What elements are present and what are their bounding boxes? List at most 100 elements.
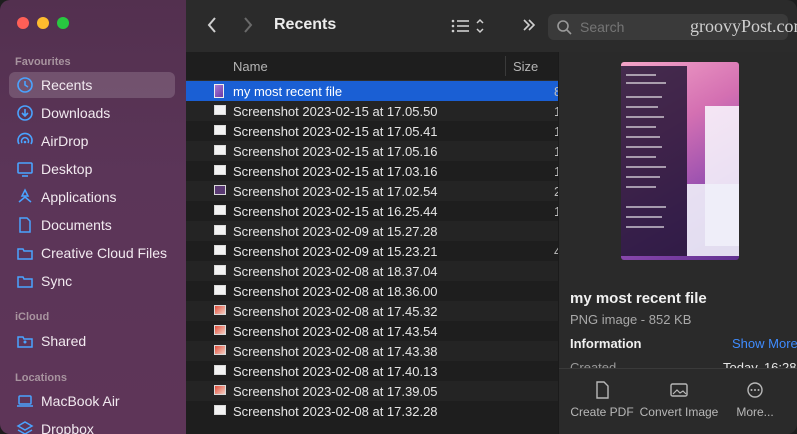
list-view-icon [451, 18, 484, 34]
column-header-size[interactable]: Size [513, 59, 538, 74]
file-thumbnail-icon [214, 285, 226, 295]
sidebar-item-label: Dropbox [41, 421, 94, 434]
table-row[interactable]: Screenshot 2023-02-08 at 17.32.28 [186, 401, 558, 421]
file-name: Screenshot 2023-02-15 at 16.25.44 [233, 204, 438, 219]
file-list: Name Size my most recent file 8 Screenshot… [186, 52, 558, 434]
table-row[interactable]: Screenshot 2023-02-08 at 17.45.32 [186, 301, 558, 321]
table-row[interactable]: Screenshot 2023-02-08 at 17.43.54 [186, 321, 558, 341]
file-name: Screenshot 2023-02-08 at 17.43.38 [233, 344, 438, 359]
table-row[interactable]: Screenshot 2023-02-08 at 18.36.00 [186, 281, 558, 301]
back-button[interactable] [206, 16, 218, 40]
view-options-button[interactable] [451, 17, 489, 40]
table-row[interactable]: Screenshot 2023-02-15 at 17.05.16 1 [186, 141, 558, 161]
file-thumbnail-icon [214, 205, 226, 215]
show-more-link[interactable]: Show More [732, 336, 797, 351]
zoom-button[interactable] [57, 17, 69, 29]
document-icon [596, 381, 609, 399]
file-name: Screenshot 2023-02-15 at 17.03.16 [233, 164, 438, 179]
sidebar-section-icloud: iCloud [15, 311, 50, 323]
sidebar-item-documents[interactable]: Documents [9, 212, 175, 238]
applications-icon [18, 188, 32, 203]
file-thumbnail-icon [214, 125, 226, 135]
desktop-icon [17, 162, 33, 177]
sidebar-item-creative-cloud-files[interactable]: Creative Cloud Files [9, 240, 175, 266]
column-header-name[interactable]: Name [233, 59, 268, 74]
file-name: my most recent file [233, 84, 343, 99]
file-thumbnail-icon [214, 84, 224, 98]
sidebar: Favourites Recents Downloads AirDrop Des… [0, 0, 187, 434]
sidebar-item-sync[interactable]: Sync [9, 268, 175, 294]
chevron-right-icon [244, 17, 253, 33]
document-icon [19, 217, 31, 233]
file-name: Screenshot 2023-02-09 at 15.23.21 [233, 244, 438, 259]
sidebar-item-label: Sync [41, 273, 73, 289]
sidebar-item-label: Applications [41, 189, 117, 205]
window-controls [17, 17, 69, 29]
file-thumbnail-icon [214, 265, 226, 275]
more-actions-button[interactable]: More... [715, 381, 795, 419]
table-row[interactable]: Screenshot 2023-02-15 at 17.05.41 1 [186, 121, 558, 141]
sidebar-item-desktop[interactable]: Desktop [9, 156, 175, 182]
watermark: groovyPost.com [690, 16, 797, 36]
airdrop-icon [17, 132, 33, 145]
table-row[interactable]: Screenshot 2023-02-08 at 17.39.05 [186, 381, 558, 401]
file-thumbnail-icon [214, 165, 226, 175]
table-row[interactable]: Screenshot 2023-02-15 at 17.05.50 1 [186, 101, 558, 121]
column-divider [505, 56, 506, 76]
download-icon [17, 105, 33, 121]
table-row[interactable]: Screenshot 2023-02-08 at 17.43.38 [186, 341, 558, 361]
quick-actions: Create PDF Convert Image More... [559, 368, 797, 434]
search-input[interactable] [578, 18, 642, 36]
preview-file-name: my most recent file [570, 290, 707, 307]
sidebar-item-dropbox[interactable]: Dropbox [9, 416, 175, 434]
table-row[interactable]: Screenshot 2023-02-15 at 17.03.16 1 [186, 161, 558, 181]
sidebar-item-downloads[interactable]: Downloads [9, 100, 175, 126]
clock-icon [17, 77, 33, 93]
sidebar-item-recents[interactable]: Recents [9, 72, 175, 98]
sidebar-item-label: Shared [41, 333, 87, 349]
preview-file-type: PNG image - 852 KB [570, 312, 692, 327]
file-name: Screenshot 2023-02-08 at 18.37.04 [233, 264, 438, 279]
sidebar-item-shared[interactable]: Shared [9, 328, 175, 354]
file-name: Screenshot 2023-02-08 at 17.32.28 [233, 404, 438, 419]
file-name: Screenshot 2023-02-15 at 17.05.50 [233, 104, 438, 119]
file-name: Screenshot 2023-02-08 at 17.39.05 [233, 384, 438, 399]
sidebar-item-label: Creative Cloud Files [41, 245, 168, 261]
sidebar-item-label: Documents [41, 217, 112, 233]
shared-folder-icon [17, 336, 33, 348]
file-name: Screenshot 2023-02-08 at 17.45.32 [233, 304, 438, 319]
convert-image-button[interactable]: Convert Image [639, 381, 719, 419]
sidebar-section-locations: Locations [15, 372, 67, 384]
file-name: Screenshot 2023-02-15 at 17.05.16 [233, 144, 438, 159]
sidebar-item-label: AirDrop [41, 133, 89, 149]
close-button[interactable] [17, 17, 29, 29]
file-thumbnail-icon [214, 225, 226, 235]
convert-image-label: Convert Image [639, 405, 719, 419]
table-row[interactable]: Screenshot 2023-02-15 at 17.02.54 2 [186, 181, 558, 201]
minimize-button[interactable] [37, 17, 49, 29]
sidebar-item-macbook-air[interactable]: MacBook Air [9, 388, 175, 414]
sidebar-section-favourites: Favourites [15, 56, 71, 68]
file-name: Screenshot 2023-02-15 at 17.05.41 [233, 124, 438, 139]
sidebar-item-label: Recents [41, 77, 93, 93]
file-name: Screenshot 2023-02-15 at 17.02.54 [233, 184, 438, 199]
table-row[interactable]: Screenshot 2023-02-09 at 15.27.28 [186, 221, 558, 241]
ellipsis-icon [747, 382, 763, 398]
file-rows: my most recent file 8 Screenshot 2023-02-1… [186, 81, 558, 421]
sidebar-item-applications[interactable]: Applications [9, 184, 175, 210]
preview-thumbnail [621, 62, 739, 260]
sidebar-item-airdrop[interactable]: AirDrop [9, 128, 175, 154]
image-icon [670, 383, 688, 397]
table-row[interactable]: Screenshot 2023-02-09 at 15.23.21 4 [186, 241, 558, 261]
forward-button[interactable] [242, 16, 254, 40]
folder-icon [17, 248, 33, 260]
table-row[interactable]: Screenshot 2023-02-15 at 16.25.44 1 [186, 201, 558, 221]
table-row[interactable]: my most recent file 8 [186, 81, 558, 101]
create-pdf-button[interactable]: Create PDF [562, 381, 642, 419]
chevron-left-icon [207, 17, 216, 33]
finder-window: Favourites Recents Downloads AirDrop Des… [0, 0, 797, 434]
more-toolbar-button[interactable] [522, 16, 536, 39]
table-row[interactable]: Screenshot 2023-02-08 at 18.37.04 [186, 261, 558, 281]
table-row[interactable]: Screenshot 2023-02-08 at 17.40.13 [186, 361, 558, 381]
file-thumbnail-icon [214, 145, 226, 155]
